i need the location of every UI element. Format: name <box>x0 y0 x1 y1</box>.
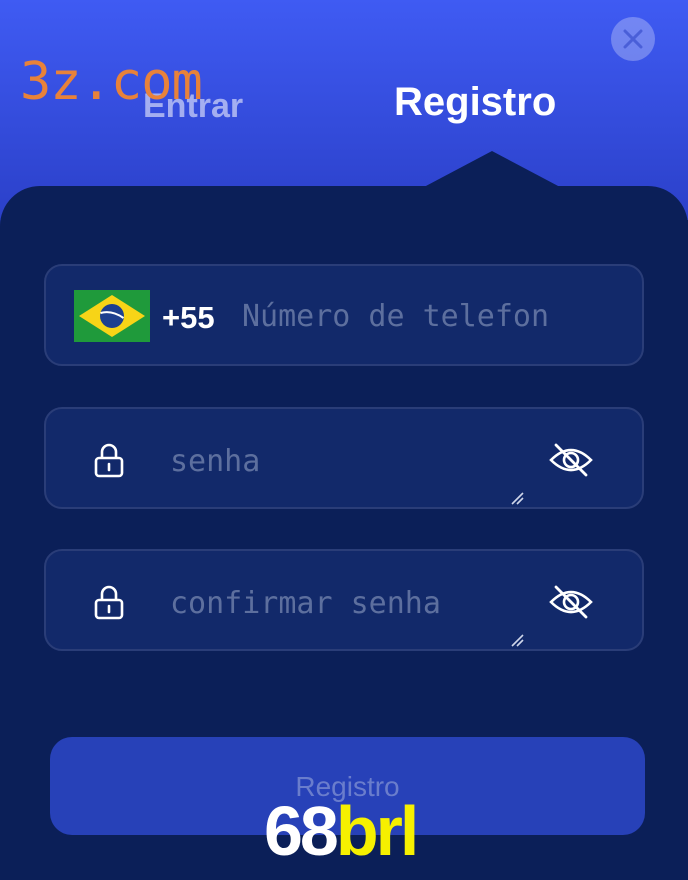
confirm-password-field <box>44 549 644 651</box>
eye-off-icon[interactable] <box>548 442 594 478</box>
phone-input[interactable] <box>242 296 622 336</box>
watermark-logo-text: brl <box>335 792 419 870</box>
resize-handle-icon[interactable] <box>510 633 524 647</box>
watermark-logo: 68brl <box>264 791 419 871</box>
country-code[interactable]: +55 <box>162 300 215 336</box>
brazil-flag-icon <box>74 290 150 342</box>
close-icon <box>623 29 643 49</box>
active-tab-indicator <box>424 151 560 187</box>
close-button[interactable] <box>611 17 655 61</box>
confirm-password-input[interactable] <box>170 583 520 623</box>
eye-off-icon[interactable] <box>548 584 594 620</box>
tab-register[interactable]: Registro <box>394 78 556 126</box>
password-input[interactable] <box>170 441 520 481</box>
register-screen: Entrar Registro 3z.com +55 Número de tel… <box>0 0 688 880</box>
watermark-text: 3z.com <box>20 52 203 112</box>
lock-icon <box>94 585 124 620</box>
phone-field: +55 <box>44 264 644 366</box>
watermark-logo-number: 68 <box>264 792 339 870</box>
resize-handle-icon[interactable] <box>510 491 524 505</box>
lock-icon <box>94 443 124 478</box>
password-field <box>44 407 644 509</box>
